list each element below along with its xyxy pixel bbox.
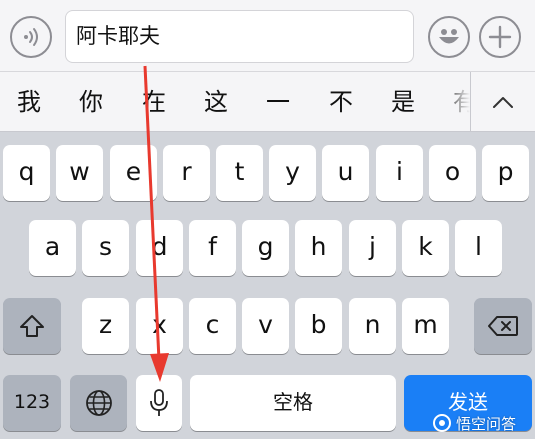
key-h[interactable]: h [295, 220, 342, 276]
key-s[interactable]: s [82, 220, 129, 276]
key-l[interactable]: l [455, 220, 502, 276]
candidate-item[interactable]: 是 [383, 72, 423, 131]
key-i[interactable]: i [376, 145, 423, 201]
emoji-icon [439, 29, 459, 44]
candidate-item[interactable]: 你 [71, 72, 111, 131]
emoji-button[interactable] [428, 16, 470, 58]
key-o[interactable]: o [429, 145, 476, 201]
candidate-bar: 我 你 在 这 一 不 是 有 [0, 72, 535, 132]
candidate-item[interactable]: 我 [9, 72, 49, 131]
input-bar: 阿卡耶夫 [0, 0, 535, 72]
key-w[interactable]: w [56, 145, 103, 201]
more-button[interactable] [479, 16, 521, 58]
key-j[interactable]: j [349, 220, 396, 276]
key-c[interactable]: c [189, 298, 236, 354]
expand-candidates-button[interactable] [471, 72, 535, 131]
key-p[interactable]: p [482, 145, 529, 201]
microphone-icon [150, 389, 168, 416]
key-n[interactable]: n [349, 298, 396, 354]
candidate-item[interactable]: 这 [196, 72, 236, 131]
message-input[interactable]: 阿卡耶夫 [65, 10, 414, 63]
shift-icon [20, 315, 44, 337]
watermark-text: 悟空问答 [456, 414, 517, 433]
key-b[interactable]: b [295, 298, 342, 354]
key-z[interactable]: z [82, 298, 129, 354]
microphone-key[interactable] [136, 375, 182, 431]
chevron-up-icon [493, 97, 513, 108]
watermark-logo-icon [433, 414, 451, 432]
candidate-fade [440, 72, 470, 131]
candidate-item[interactable]: 在 [134, 72, 174, 131]
key-e[interactable]: e [110, 145, 157, 201]
key-q[interactable]: q [3, 145, 50, 201]
key-k[interactable]: k [402, 220, 449, 276]
key-m[interactable]: m [402, 298, 449, 354]
key-d[interactable]: d [136, 220, 183, 276]
plus-icon [488, 25, 512, 49]
voice-wave-icon [24, 28, 38, 46]
key-x[interactable]: x [136, 298, 183, 354]
key-r[interactable]: r [163, 145, 210, 201]
watermark: 悟空问答 [432, 409, 532, 437]
space-key[interactable]: 空格 [190, 375, 396, 431]
candidate-item[interactable]: 一 [258, 72, 298, 131]
key-g[interactable]: g [242, 220, 289, 276]
globe-icon [85, 390, 112, 416]
key-f[interactable]: f [189, 220, 236, 276]
numbers-key[interactable]: 123 [3, 375, 61, 431]
key-y[interactable]: y [269, 145, 316, 201]
delete-key[interactable] [474, 298, 532, 354]
shift-key[interactable] [3, 298, 61, 354]
globe-key[interactable] [70, 375, 127, 431]
candidate-item[interactable]: 不 [321, 72, 361, 131]
key-u[interactable]: u [322, 145, 369, 201]
key-t[interactable]: t [216, 145, 263, 201]
key-a[interactable]: a [29, 220, 76, 276]
key-v[interactable]: v [242, 298, 289, 354]
delete-icon [488, 316, 518, 336]
voice-input-button[interactable] [10, 16, 52, 58]
